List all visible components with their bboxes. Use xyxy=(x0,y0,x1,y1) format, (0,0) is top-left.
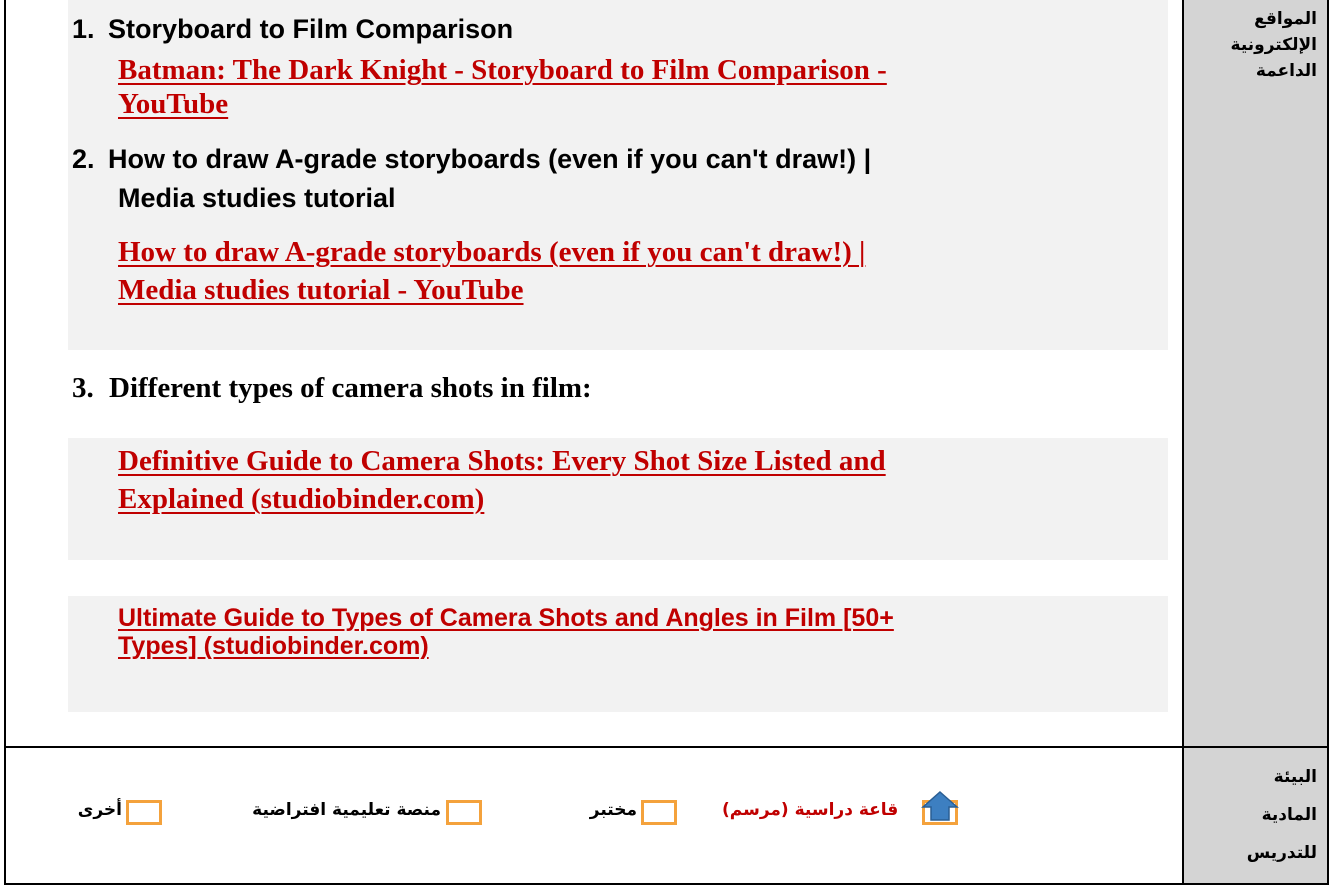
item-title: How to draw A-grade storyboards (even if… xyxy=(108,144,872,174)
list-item: 1. Storyboard to Film Comparison xyxy=(72,12,513,46)
list-item: 3. Different types of camera shots in fi… xyxy=(72,370,592,406)
content-table: المواقع الإلكترونية الداعمة البيئة الماد… xyxy=(4,0,1329,885)
item-title: Media studies tutorial xyxy=(118,183,396,213)
environment-label-line: المادية xyxy=(1261,805,1317,825)
websites-label-line: الإلكترونية xyxy=(1230,35,1317,55)
classroom-option-label: قاعة دراسية (مرسم) xyxy=(722,800,899,820)
link-line: YouTube xyxy=(118,88,229,120)
column-divider xyxy=(1182,0,1184,885)
item-number: 1. xyxy=(72,14,95,44)
row-divider xyxy=(4,746,1329,748)
link-line: Definitive Guide to Camera Shots: Every … xyxy=(118,445,886,477)
a-grade-storyboards-link[interactable]: How to draw A-grade storyboards (even if… xyxy=(118,233,865,309)
websites-label-line: المواقع xyxy=(1254,9,1317,29)
link-line: Batman: The Dark Knight - Storyboard to … xyxy=(118,54,887,86)
virtual-platform-checkbox[interactable] xyxy=(446,800,482,825)
item-title: Storyboard to Film Comparison xyxy=(108,14,514,44)
link-line: Explained (studiobinder.com) xyxy=(118,483,485,515)
websites-label-line: الداعمة xyxy=(1255,61,1317,81)
other-option-label: أخرى xyxy=(77,800,122,820)
lab-option-label: مختبر xyxy=(589,800,637,820)
up-arrow-icon xyxy=(921,791,959,821)
link-line: Media studies tutorial - YouTube xyxy=(118,274,524,306)
link-line: How to draw A-grade storyboards (even if… xyxy=(118,236,866,268)
batman-storyboard-link[interactable]: Batman: The Dark Knight - Storyboard to … xyxy=(118,53,887,121)
environment-label-line: البيئة xyxy=(1273,767,1317,787)
link-line: Types] (studiobinder.com) xyxy=(118,632,429,660)
list-item: 2. How to draw A-grade storyboards (even… xyxy=(72,140,871,218)
environment-label-line: للتدريس xyxy=(1246,843,1317,863)
ultimate-guide-link[interactable]: Ultimate Guide to Types of Camera Shots … xyxy=(118,604,894,660)
link-line: Ultimate Guide to Types of Camera Shots … xyxy=(118,604,894,632)
item-number: 3. xyxy=(72,372,94,404)
lab-checkbox[interactable] xyxy=(641,800,677,825)
other-checkbox[interactable] xyxy=(126,800,162,825)
item-number: 2. xyxy=(72,144,95,174)
virtual-platform-option-label: منصة تعليمية افتراضية xyxy=(252,800,441,820)
classroom-checkbox[interactable] xyxy=(921,791,959,825)
definitive-guide-link[interactable]: Definitive Guide to Camera Shots: Every … xyxy=(118,442,886,518)
item-title: Different types of camera shots in film: xyxy=(109,372,592,404)
environment-label: البيئة المادية للتدريس xyxy=(1207,758,1317,872)
websites-label: المواقع الإلكترونية الداعمة xyxy=(1207,6,1317,84)
